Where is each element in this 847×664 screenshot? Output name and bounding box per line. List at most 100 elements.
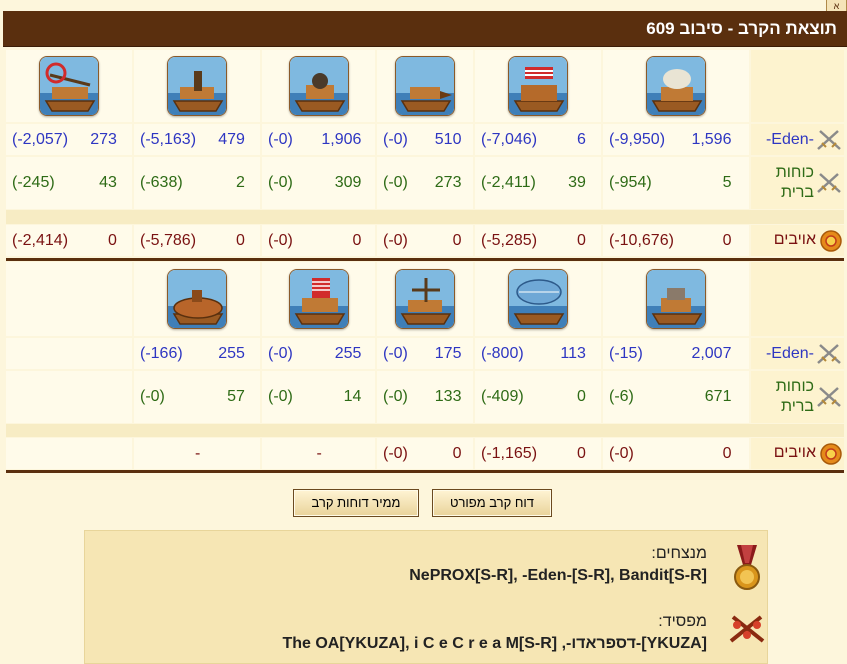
count-value: 43 — [99, 174, 117, 191]
value-cell — [6, 338, 132, 369]
loss-value: (-5,285) — [481, 231, 538, 249]
unit-ship-mortar-icon[interactable] — [167, 56, 227, 116]
row-label-text: -Eden- — [765, 130, 814, 148]
winner-medal-icon — [733, 545, 761, 596]
table-divider — [6, 470, 844, 473]
detailed-report-button[interactable]: דוח קרב מפורט — [432, 489, 552, 517]
value-cell: 0 (-5,285) — [475, 225, 601, 256]
count-value: 113 — [560, 344, 586, 362]
unit-ship-catapult-icon[interactable] — [646, 56, 706, 116]
unit-image-cell — [603, 50, 749, 122]
value-cell: 671 (-6) — [603, 371, 749, 423]
count-value: 0 — [107, 231, 117, 249]
count-value: 14 — [343, 388, 362, 405]
loss-value: (-9,950) — [609, 130, 666, 148]
value-cell: 0 (-0) — [377, 225, 473, 256]
loss-value: (-0) — [383, 130, 408, 148]
loss-value: (-0) — [383, 388, 408, 405]
count-value: 273 — [434, 174, 462, 191]
row-spacer — [6, 424, 844, 437]
count-value: 273 — [90, 130, 117, 148]
value-cell: 0 (-0) — [377, 438, 473, 469]
loss-value: (-0) — [268, 231, 293, 249]
loss-value: (-7,046) — [481, 130, 538, 148]
row-label-text: אויבים — [773, 230, 816, 248]
count-value: 0 — [722, 231, 732, 249]
loss-value: (-0) — [383, 174, 408, 191]
unit-ship-gyrocopter-icon[interactable] — [508, 269, 568, 329]
value-cell: 0 (-1,165) — [475, 438, 601, 469]
loss-value: (-0) — [268, 388, 293, 405]
count-value: 0 — [452, 444, 462, 462]
value-cell: 309 (-0) — [262, 157, 375, 209]
row-label-allies: כוחות ברית — [751, 157, 844, 209]
count-value: - — [195, 444, 201, 462]
battle-summary: מנצחים: NePROX[S-R], -Eden-[S-R], Bandit… — [84, 530, 768, 664]
value-cell — [6, 371, 132, 423]
loss-value: (-2,057) — [12, 130, 69, 148]
loss-value: (-5,786) — [140, 231, 197, 249]
row-label-text: -Eden- — [765, 344, 814, 362]
value-cell: 479 (-5,163) — [134, 124, 260, 155]
count-value: 255 — [218, 344, 245, 362]
row-label-eden: -Eden- — [751, 338, 844, 369]
loss-value: (-10,676) — [609, 231, 674, 249]
convert-reports-button[interactable]: ממיר דוחות קרב — [293, 489, 419, 517]
value-cell — [6, 438, 132, 469]
value-cell: 2 (-638) — [134, 157, 260, 209]
value-cell: 0 (-0) — [262, 225, 375, 256]
count-value: 0 — [576, 231, 586, 249]
count-value: 479 — [218, 130, 245, 148]
value-cell: 57 (-0) — [134, 371, 260, 423]
unit-ship-ballista-heavy-icon[interactable] — [39, 56, 99, 116]
crossed-swords-icon — [816, 343, 842, 370]
row-label-text: כוחות ברית — [775, 164, 814, 201]
value-cell: 0 (-2,414) — [6, 225, 132, 256]
unit-ship-ram-icon[interactable] — [395, 56, 455, 116]
value-cell: 0 (-10,676) — [603, 225, 749, 256]
count-value: 309 — [334, 174, 362, 191]
count-value: 255 — [334, 344, 362, 362]
loss-value: (-0) — [268, 344, 293, 362]
unit-ship-submarine-icon[interactable] — [167, 269, 227, 329]
winners-label: מנצחים: — [651, 545, 707, 562]
unit-ship-flamethrower-icon[interactable] — [646, 269, 706, 329]
value-cell: 6 (-7,046) — [475, 124, 601, 155]
unit-image-cell — [6, 50, 132, 122]
value-cell: 175 (-0) — [377, 338, 473, 369]
unit-image-cell — [262, 50, 375, 122]
winners-list: NePROX[S-R], -Eden-[S-R], Bandit[S-R] — [409, 567, 707, 584]
page-title: תוצאת הקרב - סיבוב 609 — [3, 11, 847, 47]
value-cell: 0 (-5,786) — [134, 225, 260, 256]
row-label-enemies: אויבים — [751, 438, 844, 469]
value-cell: 0 (-409) — [475, 371, 601, 423]
count-value: 1,596 — [691, 130, 732, 148]
count-value: 5 — [722, 174, 732, 191]
loss-value: (-0) — [383, 344, 408, 362]
unit-image-cell — [262, 262, 375, 336]
row-spacer — [6, 210, 844, 224]
count-value: - — [316, 444, 322, 462]
value-cell: - — [134, 438, 260, 469]
empty-label-cell — [751, 50, 844, 122]
count-value: 0 — [722, 444, 732, 462]
empty-label-cell — [751, 262, 844, 336]
count-value: 175 — [434, 344, 462, 362]
unit-ship-balloon-icon[interactable] — [508, 56, 568, 116]
unit-ship-ballista-icon[interactable] — [395, 269, 455, 329]
unit-image-cell — [475, 262, 601, 336]
unit-ship-paddle-icon[interactable] — [288, 269, 349, 329]
unit-ship-cannon-icon[interactable] — [288, 56, 349, 116]
loss-value: (-5,163) — [140, 130, 197, 148]
value-cell: 133 (-0) — [377, 371, 473, 423]
loss-value: (-2,411) — [481, 174, 536, 191]
row-label-text: אויבים — [773, 443, 816, 461]
row-label-enemies: אויבים — [751, 225, 844, 256]
row-label-text: כוחות ברית — [775, 378, 814, 415]
value-cell: 255 (-0) — [262, 338, 375, 369]
count-value: 6 — [576, 130, 586, 148]
row-label-allies: כוחות ברית — [751, 371, 844, 423]
loss-value: (-0) — [383, 231, 408, 249]
row-label-eden: -Eden- — [751, 124, 844, 155]
loss-value: (-0) — [268, 130, 293, 148]
